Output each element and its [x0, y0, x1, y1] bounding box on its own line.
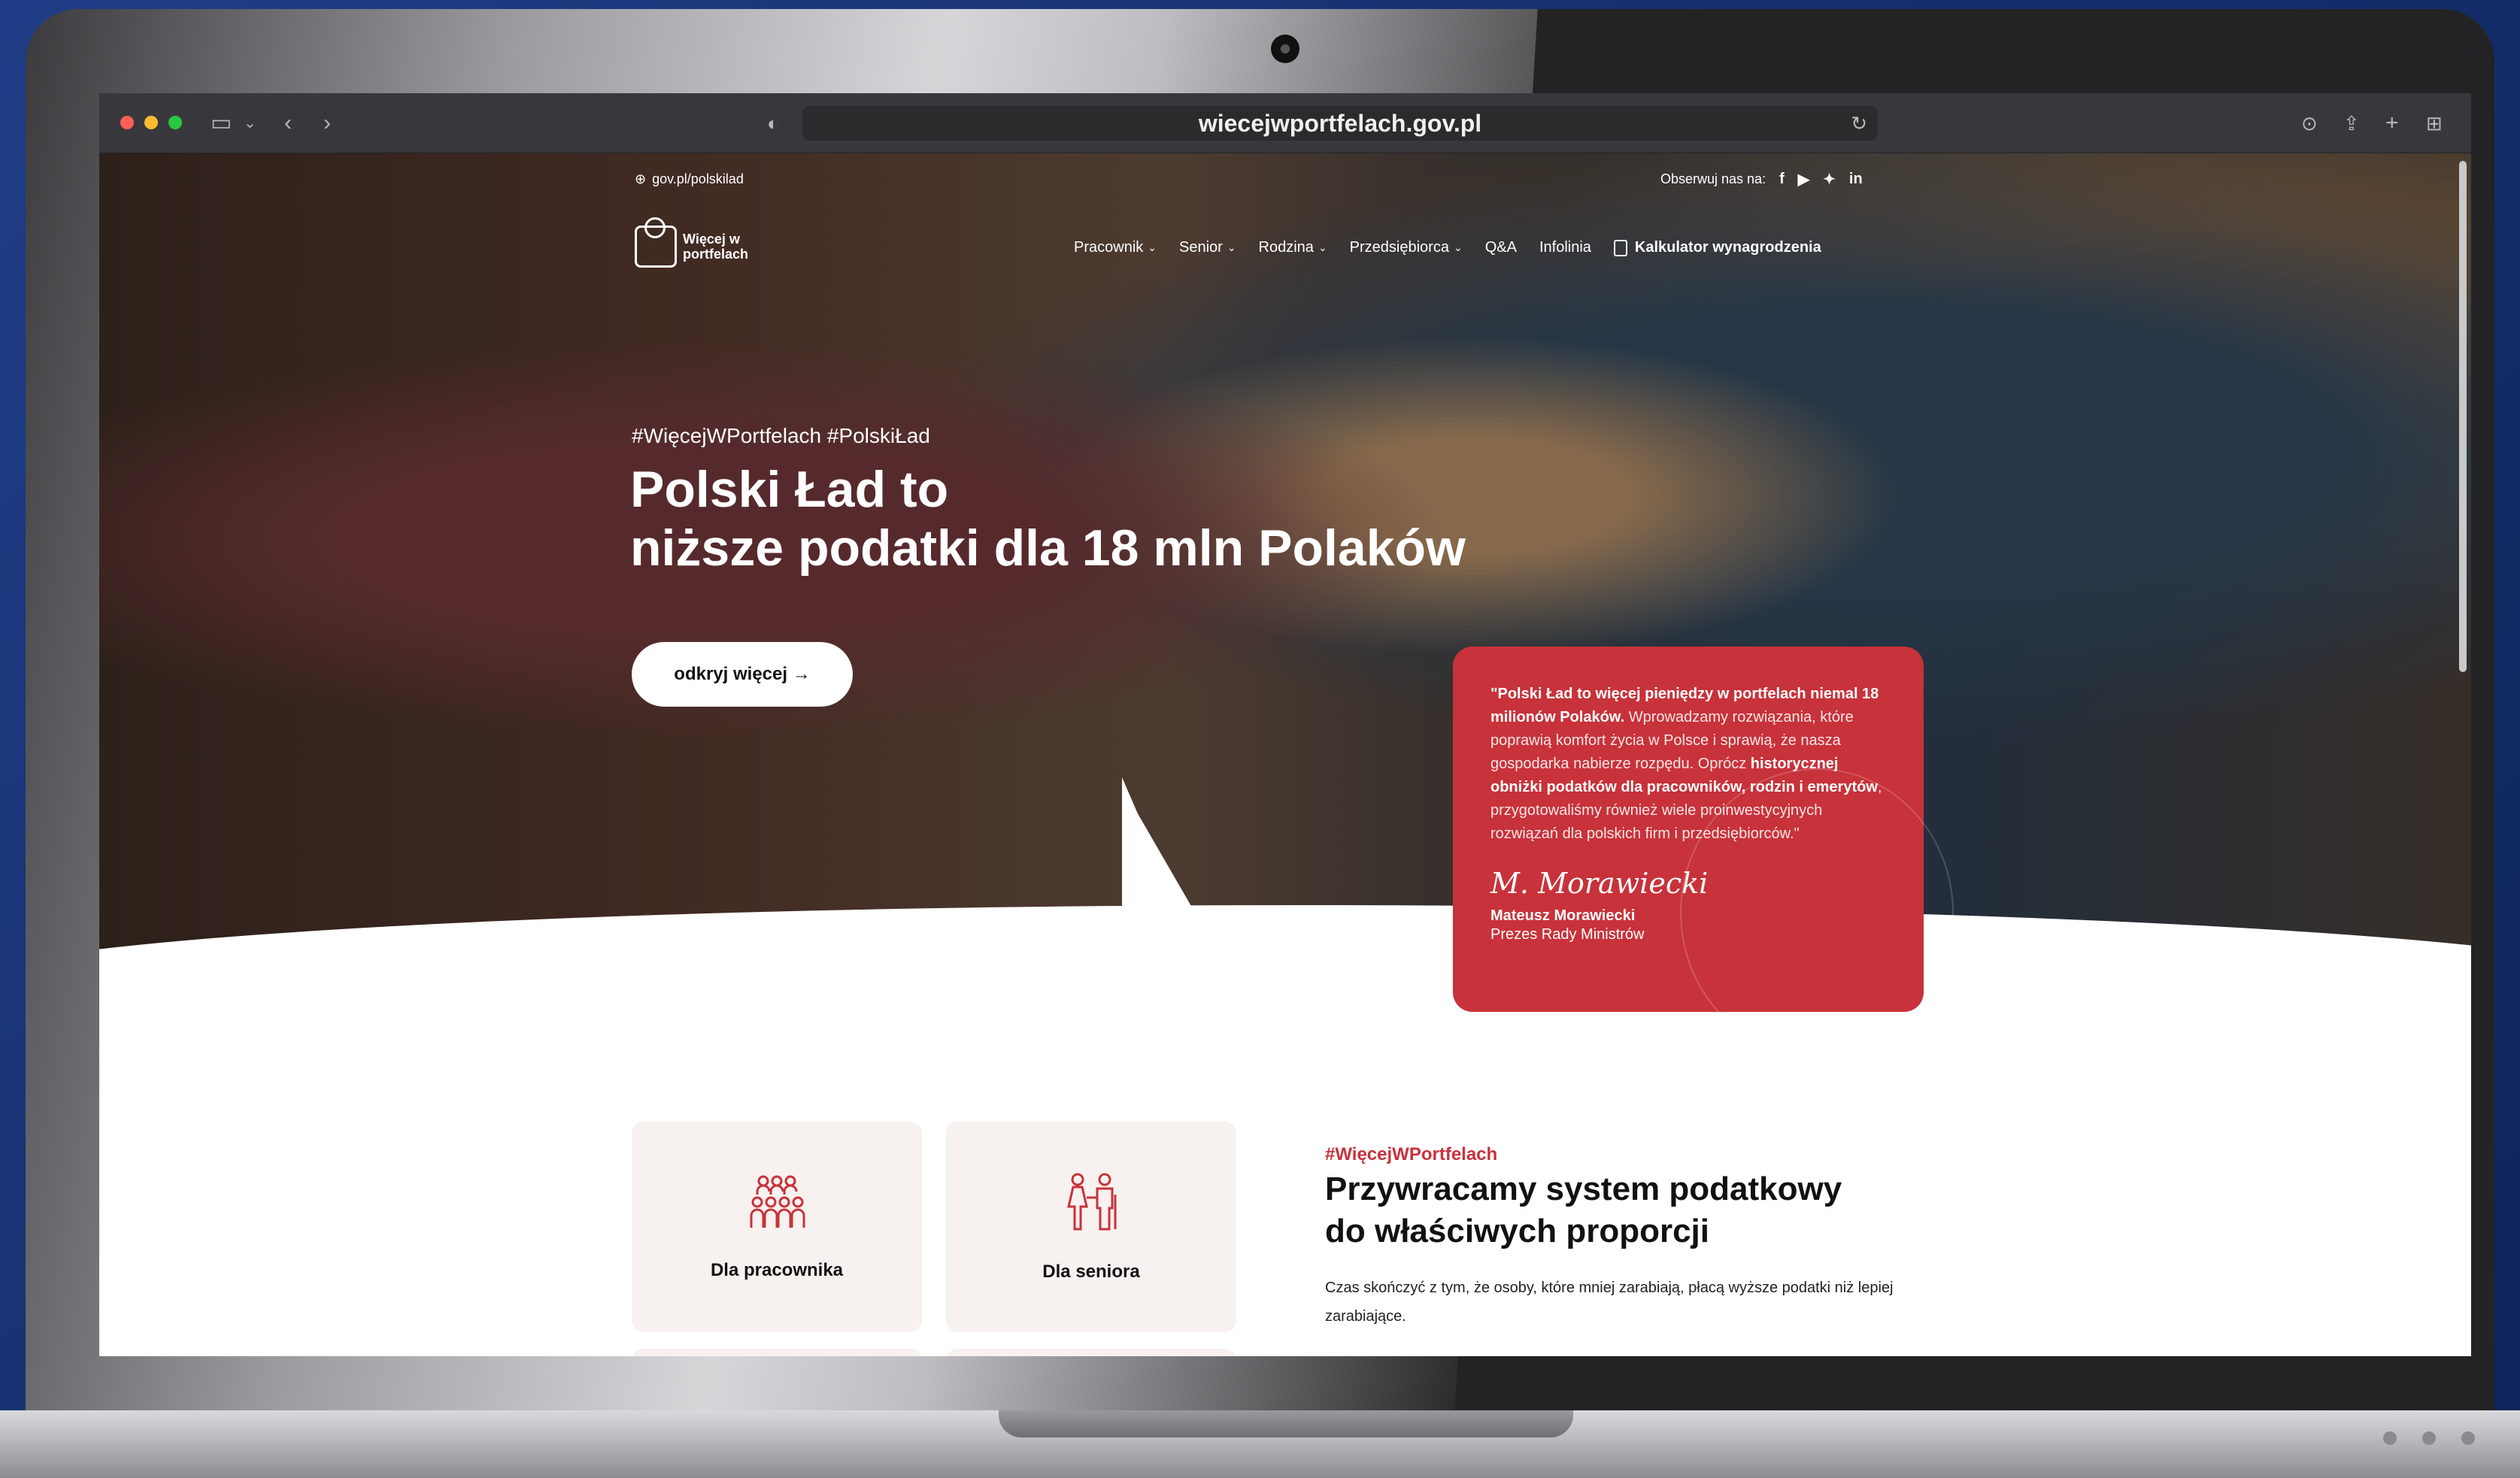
url-text: wiecejwportfelach.gov.pl [1198, 110, 1482, 137]
minimize-window-button[interactable] [144, 116, 158, 129]
follow-label: Obserwuj nas na: [1660, 171, 1766, 186]
scrollbar[interactable] [2459, 161, 2467, 672]
audience-cards: Dla pracownika Dla seniora [632, 1122, 1236, 1332]
quote-author-role: Prezes Rady Ministrów [1490, 926, 1645, 943]
senior-couple-icon [1060, 1172, 1123, 1240]
card-partial[interactable] [946, 1349, 1236, 1356]
nav-item-qa[interactable]: Q&A [1485, 239, 1517, 256]
privacy-shield-icon[interactable]: ◐ [767, 108, 779, 138]
chevron-down-icon: ⌄ [1148, 241, 1157, 253]
download-icon[interactable]: ⊙ [2301, 108, 2318, 138]
back-icon[interactable]: ‹ [284, 108, 292, 138]
social-bar: Obserwuj nas na: f ▶ ✦ in [1660, 170, 1863, 189]
nav-item-rodzina[interactable]: Rodzina ⌄ [1259, 239, 1327, 256]
wallet-logo-icon [635, 217, 677, 268]
gov-link-label: gov.pl/polskilad [652, 171, 744, 186]
twitter-icon[interactable]: ✦ [1823, 170, 1836, 189]
linkedin-icon[interactable]: in [1849, 171, 1863, 188]
browser-toolbar: ▭ ⌄ ‹ › ◐ wiecejwportfelach.gov.pl ↻ ⊙ ⇪… [99, 93, 2471, 153]
chevron-down-icon[interactable]: ⌄ [244, 108, 256, 138]
hero-title: Polski Ład to niższe podatki dla 18 mln … [630, 460, 1466, 577]
camera [1271, 35, 1299, 63]
card-senior[interactable]: Dla seniora [946, 1122, 1236, 1332]
new-tab-icon[interactable]: + [2385, 108, 2399, 138]
nav-item-przedsiebiorca[interactable]: Przedsiębiorca ⌄ [1350, 239, 1463, 256]
section-tag: #WięcejWPortfelach [1325, 1144, 1498, 1165]
laptop-base-dots [2383, 1431, 2475, 1445]
card-partial[interactable] [632, 1349, 922, 1356]
browser-window: ▭ ⌄ ‹ › ◐ wiecejwportfelach.gov.pl ↻ ⊙ ⇪… [99, 93, 2471, 1356]
signature: M. Morawiecki [1490, 867, 1709, 900]
youtube-icon[interactable]: ▶ [1798, 170, 1809, 189]
quote-card: "Polski Ład to więcej pieniędzy w portfe… [1453, 647, 1924, 1012]
address-bar[interactable]: wiecejwportfelach.gov.pl ↻ [802, 106, 1878, 141]
hero-hashtags: #WięcejWPortfelach #PolskiŁad [632, 424, 930, 447]
quote-text: "Polski Ład to więcej pieniędzy w portfe… [1490, 686, 1882, 842]
share-icon[interactable]: ⇪ [2343, 108, 2360, 138]
hero-photo [99, 153, 2471, 1010]
section-body: Czas skończyć z tym, że osoby, które mni… [1325, 1280, 1894, 1325]
reload-icon[interactable]: ↻ [1851, 106, 1867, 141]
nav-item-pracownik[interactable]: Pracownik ⌄ [1074, 239, 1157, 256]
gov-link[interactable]: ⊕ gov.pl/polskilad [635, 171, 744, 187]
tab-overview-icon[interactable]: ⊞ [2426, 108, 2443, 138]
hero-title-line2: niższe podatki dla 18 mln Polaków [630, 519, 1466, 577]
laptop-notch [999, 1410, 1573, 1437]
chevron-down-icon: ⌄ [1318, 241, 1327, 253]
maximize-window-button[interactable] [168, 116, 182, 129]
logo-text: Więcej w portfelach [683, 232, 749, 262]
sidebar-icon[interactable]: ▭ [211, 108, 232, 138]
discover-more-button[interactable]: odkryj więcej → [632, 642, 853, 707]
site-logo[interactable]: Więcej w portfelach [635, 217, 781, 268]
card-label: Dla pracownika [710, 1259, 844, 1280]
audience-cards-row2 [632, 1349, 1236, 1356]
calculator-icon [1613, 239, 1627, 256]
globe-icon: ⊕ [635, 171, 647, 186]
group-people-icon [747, 1174, 807, 1239]
card-label: Dla seniora [1042, 1261, 1140, 1282]
calculator-label: Kalkulator wynagrodzenia [1634, 239, 1821, 256]
nav-item-infolinia[interactable]: Infolinia [1539, 239, 1591, 256]
forward-icon[interactable]: › [323, 108, 331, 138]
nav-item-senior[interactable]: Senior ⌄ [1179, 239, 1236, 256]
quote-author-name: Mateusz Morawiecki [1490, 907, 1636, 924]
chevron-down-icon: ⌄ [1227, 241, 1236, 253]
hero-title-line1: Polski Ład to [630, 461, 949, 518]
section-title: Przywracamy system podatkowy do właściwy… [1325, 1168, 2002, 1252]
salary-calculator-link[interactable]: Kalkulator wynagrodzenia [1613, 239, 1821, 256]
hero-section: ⊕ gov.pl/polskilad Obserwuj nas na: f ▶ … [99, 153, 2471, 1356]
main-nav: Pracownik ⌄ Senior ⌄ Rodzina ⌄ Przedsiębior… [1074, 239, 1821, 256]
close-window-button[interactable] [120, 116, 134, 129]
section-title-line1: Przywracamy system podatkowy [1325, 1171, 1842, 1207]
facebook-icon[interactable]: f [1779, 171, 1785, 188]
chevron-down-icon: ⌄ [1453, 241, 1463, 253]
section-title-line2: do właściwych proporcji [1325, 1213, 1710, 1249]
window-controls [120, 116, 182, 129]
card-pracownik[interactable]: Dla pracownika [632, 1122, 922, 1332]
